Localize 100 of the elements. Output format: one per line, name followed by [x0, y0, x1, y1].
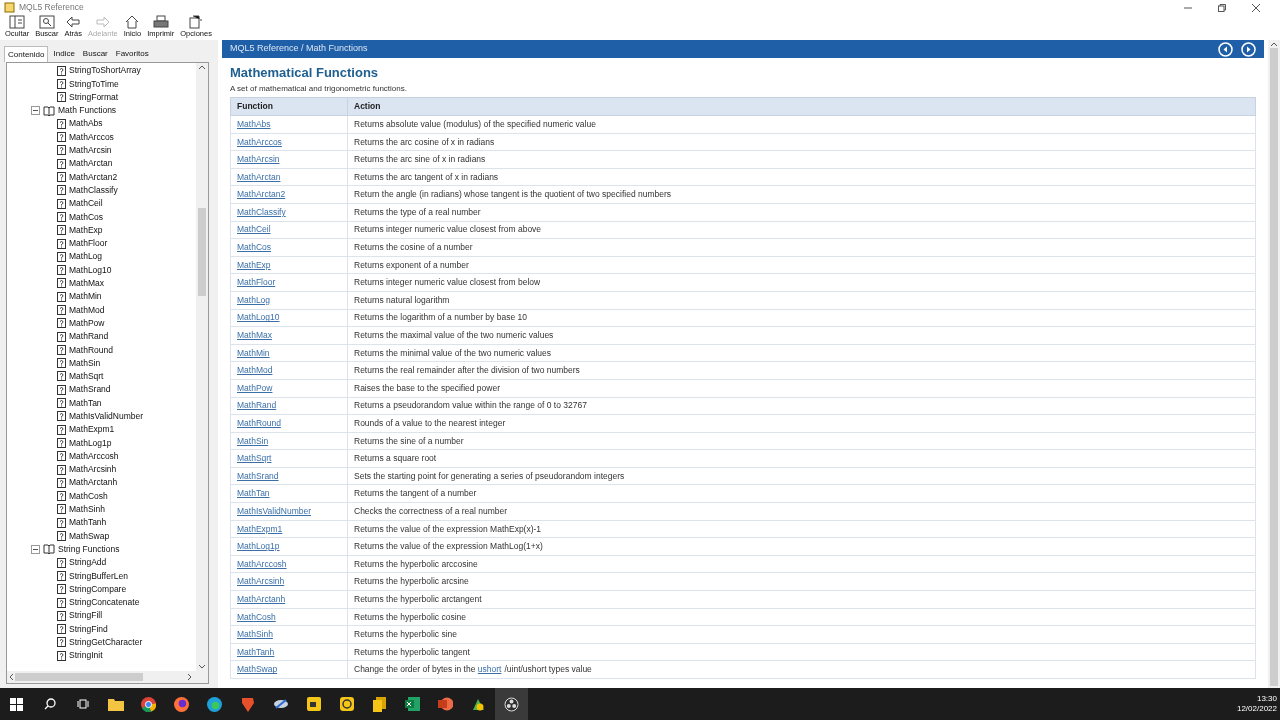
function-link[interactable]: MathCos — [237, 242, 271, 253]
close-icon[interactable] — [1252, 3, 1260, 12]
help-page-icon — [57, 225, 66, 236]
tree-item[interactable]: MathCos — [69, 210, 103, 224]
tree-item[interactable]: MathSwap — [69, 529, 110, 543]
tree-item[interactable]: StringFormat — [69, 90, 119, 104]
tree-item[interactable]: MathMin — [69, 290, 102, 304]
help-page-icon — [57, 211, 66, 222]
page-description: A set of mathematical and trigonometric functions. — [230, 84, 408, 94]
tree-item[interactable]: StringToTime — [69, 77, 119, 91]
previous-icon[interactable] — [1218, 41, 1233, 57]
scrollbar[interactable] — [196, 63, 208, 671]
sidebar-tab[interactable]: Contenido — [4, 46, 49, 62]
recorder-icon[interactable] — [495, 688, 528, 720]
tree-item[interactable]: MathArccosh — [69, 449, 119, 463]
tree-item[interactable]: MathSrand — [69, 383, 111, 397]
tree-item[interactable]: MathTan — [69, 396, 102, 410]
scrollbar-thumb[interactable] — [198, 208, 206, 296]
cell-text: Returns the value of the expression MathLog(1+x) — [354, 541, 543, 552]
tree-item[interactable]: MathFloor — [69, 237, 108, 250]
tree-item[interactable]: MathRand — [69, 330, 109, 343]
content-scrollbar[interactable] — [1268, 40, 1280, 688]
tree-item[interactable]: StringConcatenate — [69, 596, 140, 609]
cell-text: Returns the logarithm of a number by base 10 — [354, 312, 527, 323]
restore-icon[interactable] — [1218, 3, 1226, 12]
tree-item[interactable]: MathSqrt — [69, 370, 104, 383]
help-page-icon — [57, 477, 66, 488]
tree-item[interactable]: MathTanh — [69, 516, 107, 530]
function-link[interactable]: MathSinh — [237, 629, 273, 640]
tree-item[interactable]: MathMax — [69, 277, 104, 290]
tree-item[interactable]: MathCosh — [69, 489, 108, 503]
type-link[interactable]: ushort — [477, 663, 502, 677]
function-link[interactable]: MathFloor — [237, 277, 276, 288]
tree-item[interactable]: String Functions — [58, 542, 120, 556]
collapse-icon[interactable] — [31, 544, 40, 554]
cell-text: Returns the hyperbolic sine — [354, 629, 457, 640]
tree-item[interactable]: StringGetCharacter — [69, 636, 143, 649]
cell-text: Returns exponent of a number — [354, 259, 469, 270]
sidebar-tab[interactable]: Indice — [50, 46, 78, 62]
tree-item[interactable]: MathArccos — [69, 130, 114, 144]
tree-item[interactable]: StringInit — [69, 649, 103, 663]
tree-item[interactable]: MathArctanh — [69, 476, 118, 490]
function-link[interactable]: MathSin — [237, 435, 269, 446]
help-page-icon — [57, 597, 66, 608]
help-page-icon — [57, 650, 66, 661]
tree-item[interactable]: StringCompare — [69, 582, 127, 596]
tree-item[interactable]: MathLog1p — [69, 436, 112, 450]
scroll-right-icon[interactable] — [188, 674, 192, 680]
function-link[interactable]: MathExp — [237, 259, 271, 270]
function-link[interactable]: MathTan — [237, 488, 270, 499]
tree-item[interactable]: StringToShortArray — [69, 64, 141, 77]
horizontal-scrollbar[interactable] — [7, 671, 208, 683]
sidebar-tab[interactable]: Buscar — [79, 46, 111, 62]
tree-item[interactable]: MathSin — [69, 356, 101, 370]
book-icon — [43, 544, 55, 555]
tree-item[interactable]: MathLog10 — [69, 263, 112, 277]
help-page-icon — [57, 278, 66, 289]
tree-item[interactable]: StringFill — [69, 609, 103, 623]
tree-item[interactable]: MathLog — [69, 250, 103, 264]
next-icon[interactable] — [1241, 41, 1256, 57]
tree-item[interactable]: Math Functions — [58, 104, 117, 117]
function-link[interactable]: MathSqrt — [237, 453, 272, 464]
function-link[interactable]: MathLog — [237, 294, 271, 305]
function-link[interactable]: MathAbs — [237, 118, 271, 129]
tree-item[interactable]: MathIsValidNumber — [69, 410, 143, 423]
tree-item[interactable]: MathMod — [69, 303, 105, 317]
tree-item[interactable]: MathAbs — [69, 117, 103, 131]
tree-item[interactable]: MathSinh — [69, 503, 105, 516]
function-link[interactable]: MathCeil — [237, 224, 271, 235]
tree-item[interactable]: MathRound — [69, 343, 113, 357]
function-link[interactable]: MathMax — [237, 330, 272, 341]
function-link[interactable]: MathTanh — [237, 646, 275, 657]
tree-item[interactable]: MathCeil — [69, 197, 103, 210]
tree-item[interactable]: MathExp — [69, 223, 103, 237]
tree-item[interactable]: StringFind — [69, 622, 108, 636]
cell-text: Returns the maximal value of the two numeric values — [354, 330, 554, 341]
scroll-up-icon[interactable] — [199, 65, 205, 69]
function-link[interactable]: MathPow — [237, 382, 273, 393]
scroll-down-icon[interactable] — [199, 665, 205, 669]
help-page-icon — [57, 358, 66, 369]
sidebar-tab[interactable]: Favoritos — [112, 46, 152, 62]
function-link[interactable]: MathMin — [237, 347, 270, 358]
tree-item[interactable]: StringBufferLen — [69, 569, 128, 583]
scroll-left-icon[interactable] — [9, 674, 13, 680]
tree-item[interactable]: MathExpm1 — [69, 423, 115, 437]
function-link[interactable]: MathRound — [237, 418, 281, 428]
scrollbar-thumb[interactable] — [15, 673, 143, 681]
tree-item[interactable]: MathArcsin — [69, 144, 112, 157]
scroll-up-icon[interactable] — [1271, 42, 1277, 46]
tree-item[interactable]: MathClassify — [69, 183, 118, 197]
cell-text: Returns the type of a real number — [354, 206, 481, 217]
tree-item[interactable]: MathArctan — [69, 157, 113, 171]
function-link[interactable]: MathMod — [237, 365, 273, 376]
tree-item[interactable]: MathPow — [69, 316, 105, 330]
tree-item[interactable]: MathArcsinh — [69, 463, 117, 476]
help-page-icon — [57, 145, 66, 156]
collapse-icon[interactable] — [31, 106, 40, 116]
tree-item[interactable]: StringAdd — [69, 556, 107, 569]
scrollbar-thumb[interactable] — [1270, 48, 1278, 686]
tree-item[interactable]: MathArctan2 — [69, 170, 118, 184]
